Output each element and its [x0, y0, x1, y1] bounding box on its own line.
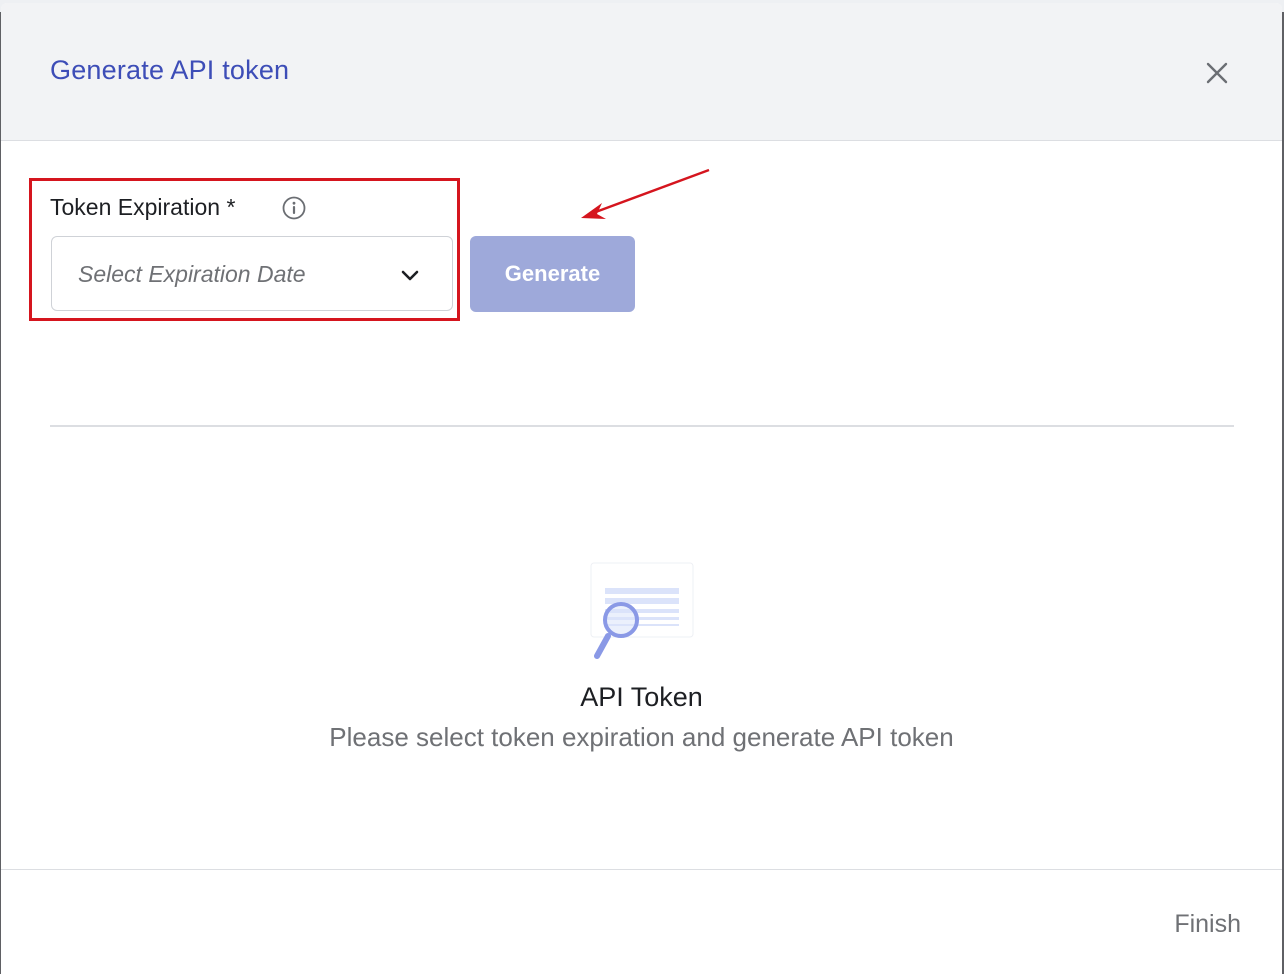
dialog-title: Generate API token [50, 55, 290, 85]
document-search-icon [590, 562, 694, 659]
close-icon [1206, 62, 1228, 84]
expiration-date-select[interactable]: Select Expiration Date [51, 236, 453, 311]
required-marker: * [226, 194, 236, 220]
token-expiration-label: Token Expiration * [50, 194, 235, 221]
info-icon[interactable] [282, 196, 306, 220]
finish-button[interactable]: Finish [1141, 906, 1241, 942]
token-expiration-label-text: Token Expiration [50, 194, 221, 220]
empty-state-title: API Token [580, 682, 703, 712]
chevron-down-icon [401, 270, 419, 281]
expiration-select-placeholder: Select Expiration Date [78, 261, 306, 287]
section-divider [50, 425, 1234, 427]
empty-state-subtitle: Please select token expiration and gener… [329, 722, 954, 752]
dialog-header: Generate API token [1, 3, 1282, 141]
footer-divider [1, 869, 1282, 870]
close-button[interactable] [1201, 57, 1233, 89]
generate-button[interactable]: Generate [470, 236, 635, 312]
annotation-arrow-icon [581, 168, 710, 219]
generate-api-token-dialog: Generate API token Token Expiration * Se… [1, 3, 1282, 974]
